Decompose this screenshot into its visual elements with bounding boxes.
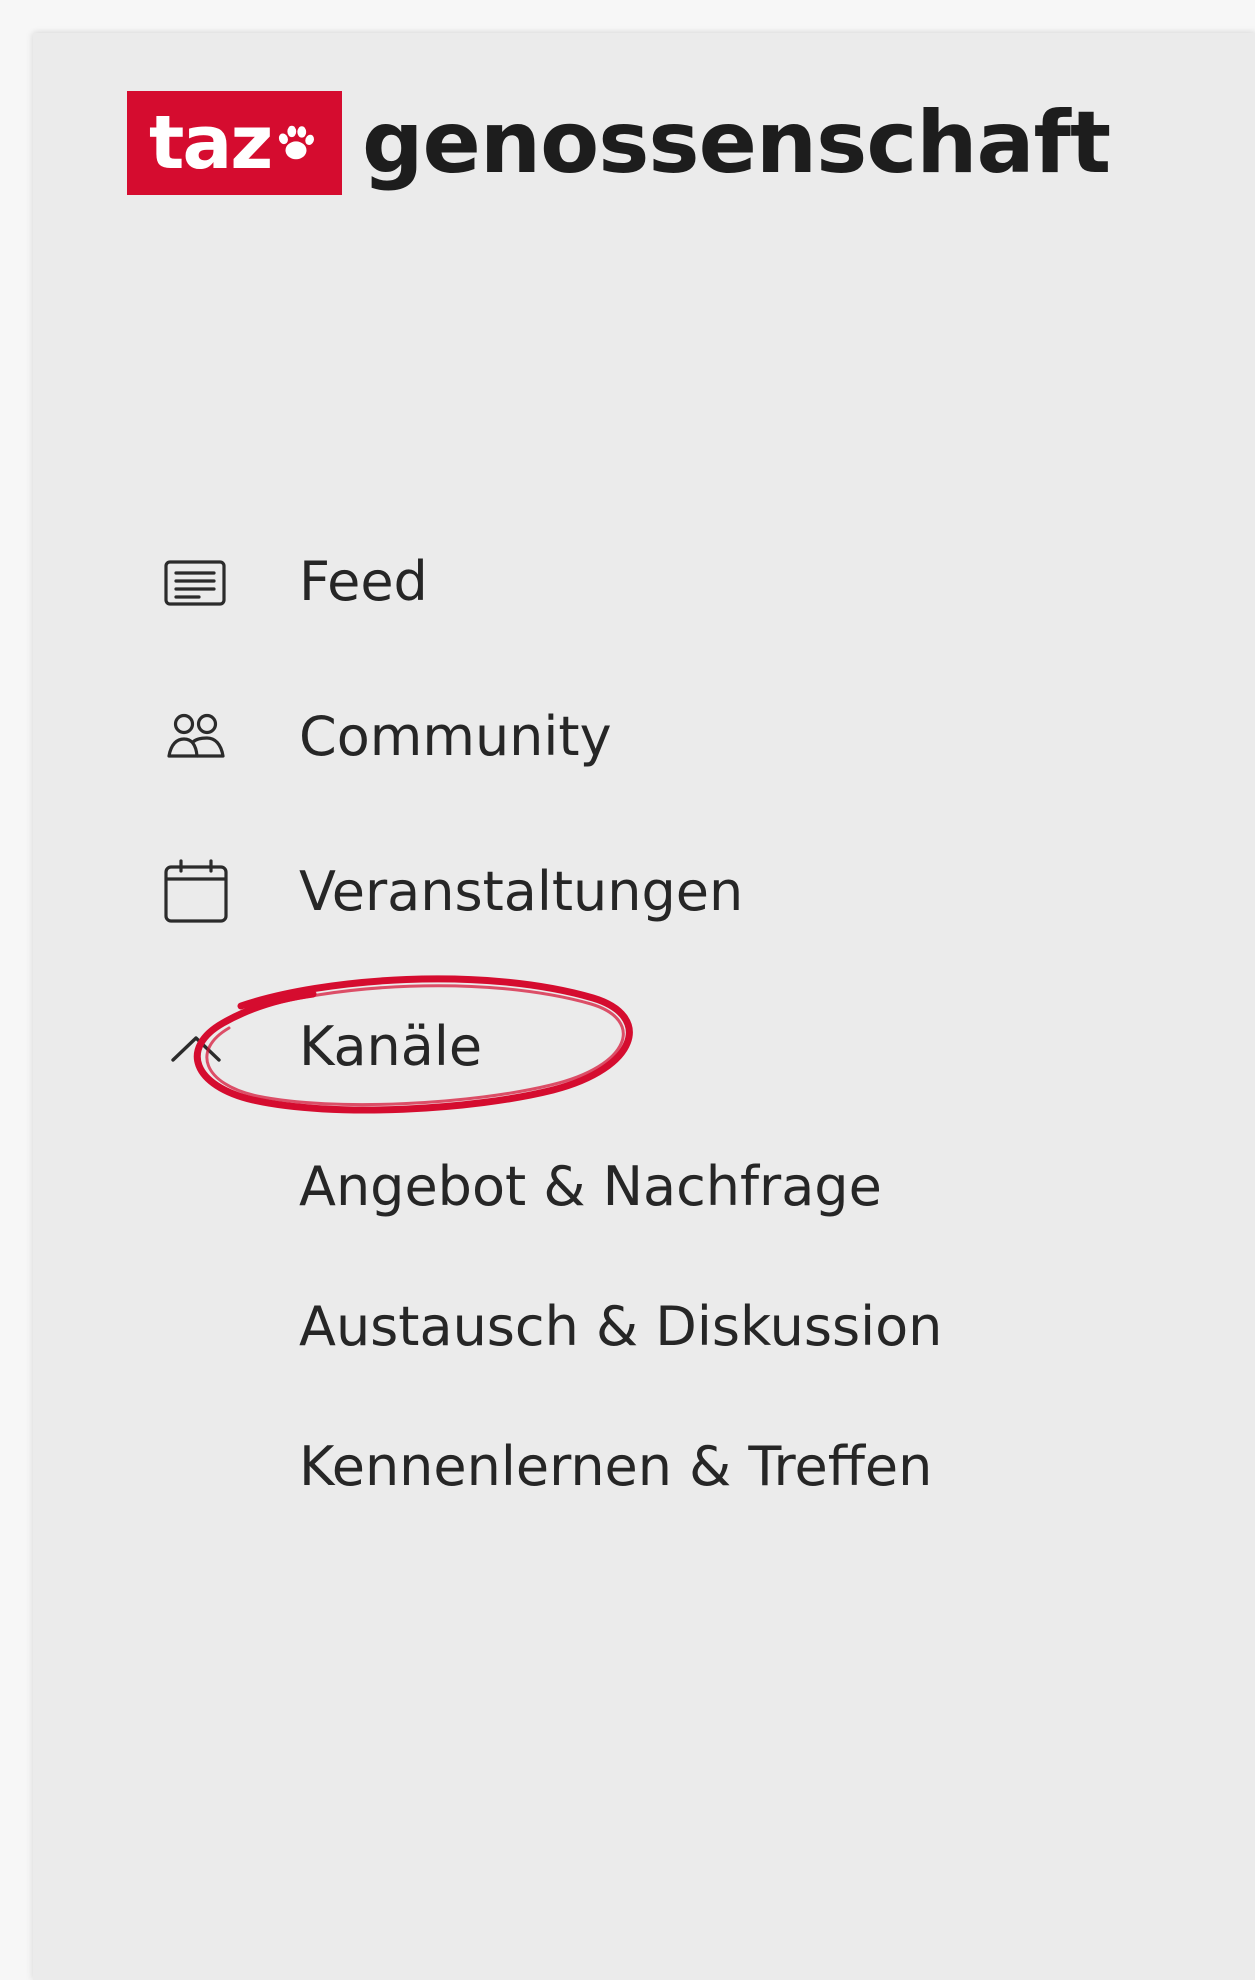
- brand-name: genossenschaft: [362, 93, 1111, 193]
- brand-logo[interactable]: taz genossenschaft: [127, 91, 1111, 195]
- channel-item-angebot-nachfrage[interactable]: Angebot & Nachfrage: [33, 1142, 1033, 1232]
- taz-logo: taz: [127, 91, 342, 195]
- logo-text: taz: [149, 100, 273, 186]
- nav-item-label: Feed: [299, 550, 428, 613]
- nav-item-veranstaltungen[interactable]: Veranstaltungen: [33, 847, 1033, 937]
- nav-item-kanaele[interactable]: Kanäle: [33, 1002, 1033, 1092]
- sidebar: taz genossenschaft Feed Community Verans…: [33, 33, 1255, 1980]
- nav-item-feed[interactable]: Feed: [33, 537, 1033, 627]
- nav-item-label: Community: [299, 705, 612, 768]
- paw-icon: [279, 125, 315, 160]
- channel-item-label: Austausch & Diskussion: [299, 1295, 943, 1358]
- channel-item-label: Angebot & Nachfrage: [299, 1155, 882, 1218]
- calendar-icon: [163, 859, 229, 925]
- channel-item-label: Kennenlernen & Treffen: [299, 1435, 933, 1498]
- chevron-up-icon[interactable]: [163, 1014, 229, 1080]
- feed-icon: [163, 549, 229, 615]
- nav-item-label: Kanäle: [299, 1015, 483, 1078]
- channel-item-kennenlernen-treffen[interactable]: Kennenlernen & Treffen: [33, 1422, 1033, 1512]
- nav-item-label: Veranstaltungen: [299, 860, 744, 923]
- community-icon: [163, 704, 229, 770]
- nav-item-community[interactable]: Community: [33, 692, 1033, 782]
- channel-item-austausch-diskussion[interactable]: Austausch & Diskussion: [33, 1282, 1033, 1372]
